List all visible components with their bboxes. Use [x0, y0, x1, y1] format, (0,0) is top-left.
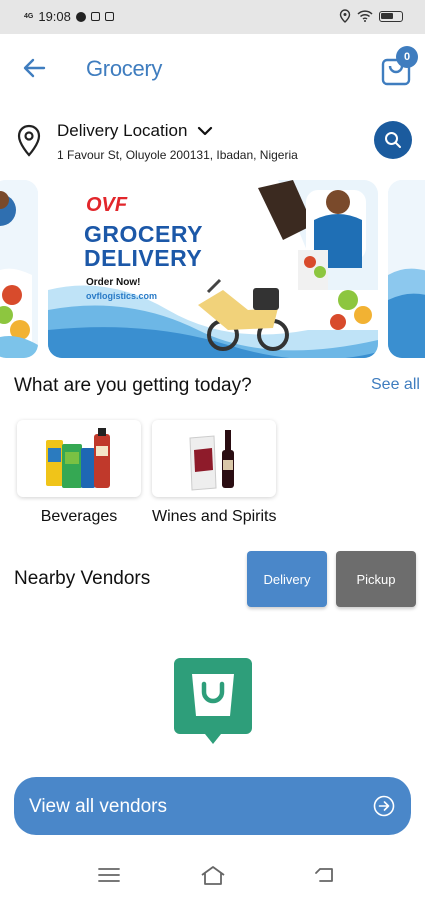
network-indicator: 4G: [24, 13, 34, 20]
delivery-address: 1 Favour St, Oluyole 200131, Ibadan, Nig…: [57, 148, 298, 162]
banner-title-line2: DELIVERY: [84, 245, 203, 271]
cart-button[interactable]: 0: [380, 46, 418, 86]
delivery-toggle-button[interactable]: Delivery: [247, 551, 327, 607]
banner-title: GROCERY DELIVERY: [84, 222, 203, 270]
location-pin-icon: [17, 124, 41, 157]
location-status-icon: [339, 9, 351, 23]
empty-vendors-bag-icon: [174, 658, 252, 744]
system-navigation-bar: [0, 850, 425, 900]
category-label: Wines and Spirits: [152, 508, 277, 525]
category-wines-and-spirits[interactable]: Wines and Spirits: [152, 420, 277, 526]
banner-website: ovflogistics.com: [86, 291, 158, 301]
gallery-notification-icon: [90, 12, 100, 21]
app-header: Grocery 0: [0, 34, 425, 104]
ovf-logo: OVF: [86, 194, 127, 217]
chevron-down-icon: [198, 126, 213, 136]
category-beverages[interactable]: Beverages: [17, 420, 141, 526]
search-icon: [385, 132, 401, 148]
battery-icon: [379, 10, 403, 22]
notification-icon: [75, 11, 86, 22]
banner-title-line1: GROCERY: [84, 221, 203, 247]
banner-cta: Order Now!: [86, 277, 141, 288]
delivery-location[interactable]: Delivery Location 1 Favour St, Oluyole 2…: [0, 110, 425, 172]
delivery-location-selector[interactable]: Delivery Location: [57, 121, 213, 141]
menu-icon[interactable]: [96, 864, 122, 886]
see-all-link[interactable]: See all: [371, 376, 420, 394]
page-title: Grocery: [86, 56, 163, 81]
arrow-right-circle-icon: [373, 795, 395, 817]
ovf-logo-text: OVF: [86, 194, 128, 216]
search-button[interactable]: [374, 121, 412, 159]
category-card[interactable]: [152, 420, 276, 497]
categories-heading: What are you getting today?: [14, 375, 252, 396]
cart-count-badge: 0: [396, 46, 418, 68]
promo-carousel[interactable]: OVF GROCERY DELIVERY Order Now! ovflogis…: [0, 180, 425, 358]
status-time: 19:08: [38, 9, 71, 24]
back-icon[interactable]: [312, 864, 338, 886]
next-banner-image: [388, 180, 425, 358]
nearby-vendors-heading: Nearby Vendors: [14, 568, 151, 589]
status-right: [339, 9, 403, 23]
view-all-vendors-label: View all vendors: [29, 796, 168, 817]
delivery-location-label: Delivery Location: [57, 121, 188, 140]
next-banner[interactable]: [388, 180, 425, 358]
status-bar: 4G 19:08: [0, 0, 425, 34]
category-card[interactable]: [17, 420, 141, 497]
wifi-icon: [357, 10, 373, 22]
pickup-toggle-button[interactable]: Pickup: [336, 551, 416, 607]
grocery-delivery-banner[interactable]: OVF GROCERY DELIVERY Order Now! ovflogis…: [48, 180, 378, 358]
instagram-notification-icon: [104, 12, 114, 21]
beverages-image: [46, 427, 110, 488]
previous-banner[interactable]: [0, 180, 38, 358]
back-arrow-icon[interactable]: [20, 54, 48, 82]
wine-image: [189, 429, 234, 491]
view-all-vendors-button[interactable]: View all vendors: [14, 777, 411, 835]
home-icon[interactable]: [200, 864, 226, 886]
status-left: 4G 19:08: [24, 9, 114, 24]
previous-banner-image: [0, 180, 38, 358]
category-label: Beverages: [40, 508, 118, 525]
